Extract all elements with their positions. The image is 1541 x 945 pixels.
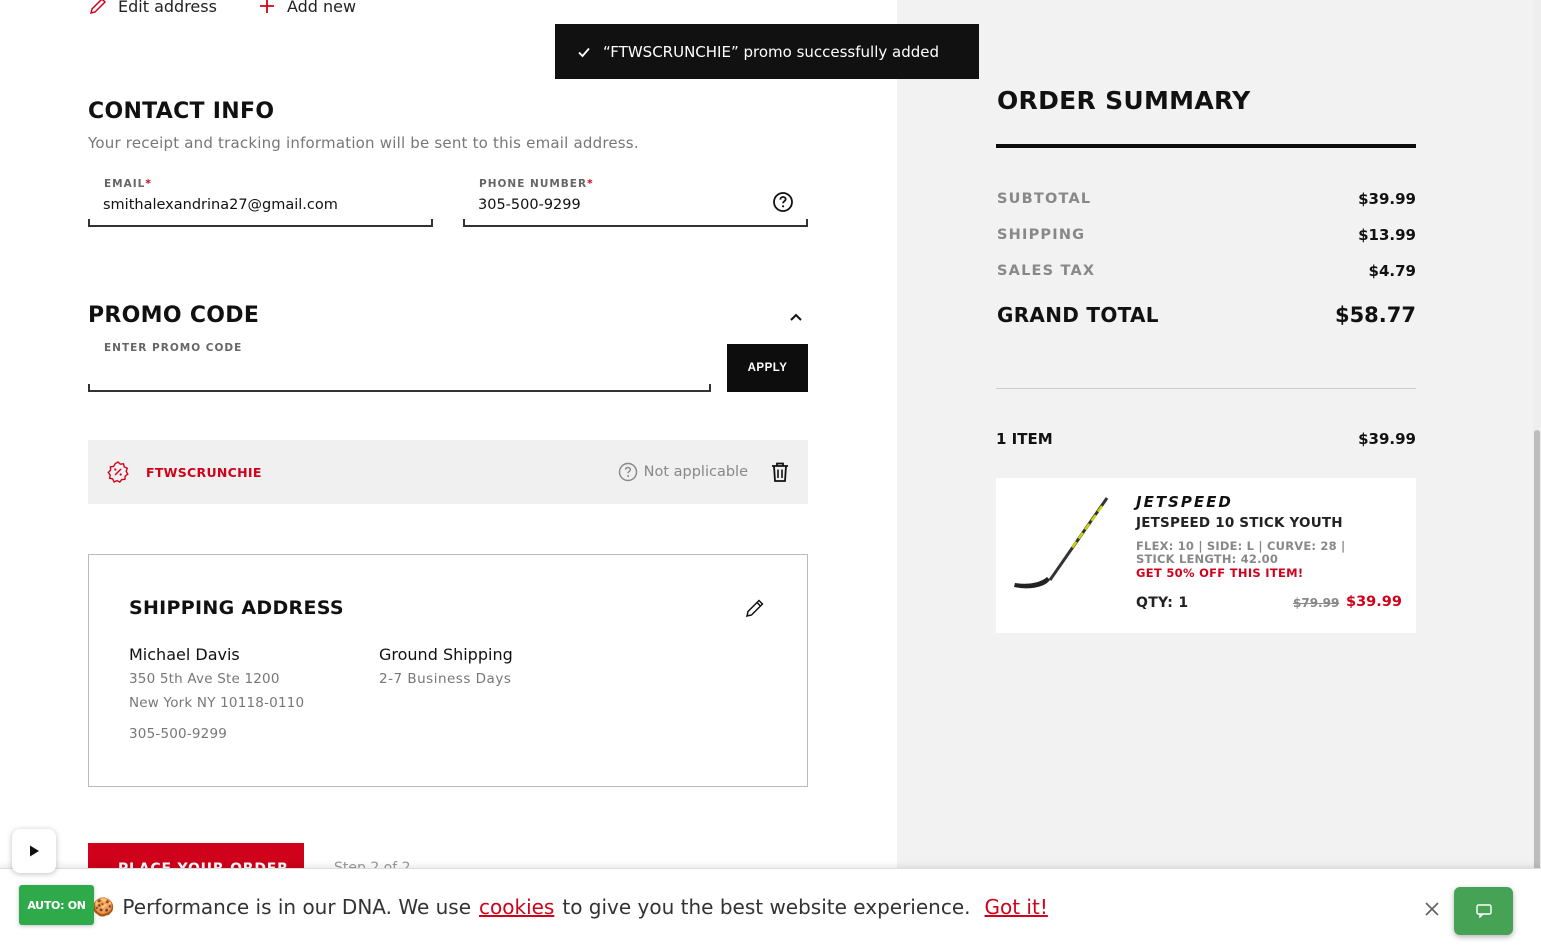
play-icon bbox=[30, 845, 39, 857]
pencil-icon bbox=[89, 0, 107, 15]
order-summary-panel: ORDER SUMMARY SUBTOTAL $39.99 SHIPPING $… bbox=[897, 0, 1541, 945]
phone-number-value[interactable]: 305-500-9299 bbox=[478, 197, 581, 213]
promo-status: Not applicable bbox=[618, 462, 748, 482]
items-total-value: $39.99 bbox=[1358, 430, 1416, 448]
sales-tax-label: SALES TAX bbox=[997, 263, 1096, 279]
chevron-up-icon[interactable] bbox=[788, 309, 804, 325]
email-label: EMAIL* bbox=[104, 178, 152, 190]
subtotal-value: $39.99 bbox=[1358, 190, 1416, 208]
address-actions: Edit address Add new bbox=[88, 0, 356, 16]
recipient-name: Michael Davis bbox=[129, 645, 240, 664]
got-it-button[interactable]: Got it! bbox=[985, 895, 1048, 919]
contact-info-title: CONTACT INFO bbox=[88, 99, 275, 124]
add-new-address-link[interactable]: Add new bbox=[257, 0, 356, 16]
sales-tax-row: SALES TAX $4.79 bbox=[997, 262, 1416, 280]
product-sale-price: $39.99 bbox=[1346, 594, 1402, 610]
shipping-address-title: SHIPPING ADDRESS bbox=[129, 597, 344, 619]
checkout-main-column: Edit address Add new CONTACT INFO Your r… bbox=[0, 0, 897, 945]
edit-address-link[interactable]: Edit address bbox=[88, 0, 217, 16]
scrollbar-thumb[interactable] bbox=[1534, 430, 1540, 870]
address-line-2: New York NY 10118-0110 bbox=[129, 695, 305, 711]
grand-total-value: $58.77 bbox=[1334, 303, 1416, 327]
applied-promo-code: FTWSCRUNCHIE bbox=[146, 464, 262, 480]
cookie-text-after: to give you the best website experience. bbox=[562, 895, 971, 919]
phone-number-label: PHONE NUMBER* bbox=[479, 178, 594, 190]
cart-item-card[interactable]: JETSPEED JETSPEED 10 STICK YOUTH FLEX: 1… bbox=[996, 478, 1416, 633]
auto-on-toggle[interactable]: AUTO: ON bbox=[19, 885, 94, 925]
shipping-method-days: 2-7 Business Days bbox=[379, 671, 512, 687]
cookie-message: 🍪 Performance is in our DNA. We use cook… bbox=[92, 895, 1048, 919]
cookie-emoji-icon: 🍪 bbox=[92, 896, 115, 918]
shipping-label: SHIPPING bbox=[997, 227, 1086, 243]
sales-tax-value: $4.79 bbox=[1368, 262, 1416, 280]
pencil-icon[interactable] bbox=[744, 597, 766, 619]
product-quantity: QTY: 1 bbox=[1136, 595, 1189, 611]
phone-number-field[interactable]: PHONE NUMBER* 305-500-9299 bbox=[463, 178, 808, 227]
promo-code-input-label: ENTER PROMO CODE bbox=[104, 342, 243, 354]
shipping-row: SHIPPING $13.99 bbox=[997, 226, 1416, 244]
subtotal-row: SUBTOTAL $39.99 bbox=[997, 190, 1416, 208]
edit-address-label: Edit address bbox=[118, 0, 217, 16]
question-circle-icon[interactable] bbox=[772, 191, 794, 213]
trash-icon[interactable] bbox=[770, 461, 790, 483]
cookies-link[interactable]: cookies bbox=[479, 895, 554, 919]
check-icon bbox=[578, 47, 590, 57]
cookie-text-before: Performance is in our DNA. We use bbox=[122, 895, 472, 919]
cookie-consent-banner: 🍪 Performance is in our DNA. We use cook… bbox=[0, 868, 1541, 945]
email-field[interactable]: EMAIL* smithalexandrina27@gmail.com bbox=[88, 178, 433, 227]
add-new-label: Add new bbox=[286, 0, 357, 16]
chat-button[interactable] bbox=[1454, 887, 1513, 935]
grand-total-row: GRAND TOTAL $58.77 bbox=[997, 303, 1416, 327]
applied-promo-row: FTWSCRUNCHIE Not applicable bbox=[88, 440, 808, 504]
order-summary-title: ORDER SUMMARY bbox=[997, 86, 1251, 115]
promo-code-input[interactable]: ENTER PROMO CODE bbox=[88, 342, 711, 392]
order-summary-divider bbox=[996, 144, 1416, 148]
discount-badge-icon bbox=[107, 461, 129, 484]
shipping-method-name: Ground Shipping bbox=[379, 645, 513, 664]
contact-info-subtitle: Your receipt and tracking information wi… bbox=[88, 134, 639, 152]
grand-total-label: GRAND TOTAL bbox=[997, 303, 1159, 327]
chat-bubble-icon bbox=[1475, 904, 1492, 918]
subtotal-label: SUBTOTAL bbox=[997, 191, 1092, 207]
items-count-label: 1 ITEM bbox=[996, 430, 1053, 448]
promo-status-text: Not applicable bbox=[643, 464, 748, 480]
summary-divider bbox=[996, 388, 1416, 389]
product-brand: JETSPEED bbox=[1136, 493, 1233, 511]
email-value[interactable]: smithalexandrina27@gmail.com bbox=[103, 197, 338, 213]
address-phone: 305-500-9299 bbox=[129, 726, 228, 742]
product-name[interactable]: JETSPEED 10 STICK YOUTH bbox=[1136, 515, 1343, 531]
promo-success-toast: “FTWSCRUNCHIE” promo successfully added bbox=[555, 24, 979, 79]
apply-promo-button[interactable]: APPLY bbox=[727, 344, 808, 392]
product-attributes: FLEX: 10 | SIDE: L | CURVE: 28 | STICK L… bbox=[1136, 539, 1346, 566]
promo-code-title: PROMO CODE bbox=[88, 303, 260, 328]
close-icon[interactable] bbox=[1422, 899, 1442, 919]
plus-icon bbox=[259, 0, 274, 13]
product-original-price: $79.99 bbox=[1293, 596, 1340, 610]
shipping-value: $13.99 bbox=[1358, 226, 1416, 244]
items-count-row: 1 ITEM $39.99 bbox=[996, 430, 1416, 448]
hockey-stick-image bbox=[1014, 497, 1109, 589]
toast-message: “FTWSCRUNCHIE” promo successfully added bbox=[603, 42, 939, 61]
address-line-1: 350 5th Ave Ste 1200 bbox=[129, 671, 280, 687]
question-circle-icon bbox=[618, 462, 637, 482]
play-video-button[interactable] bbox=[12, 829, 56, 873]
product-promo-text: GET 50% OFF THIS ITEM! bbox=[1136, 566, 1304, 580]
shipping-address-card: SHIPPING ADDRESS Michael Davis 350 5th A… bbox=[88, 554, 808, 787]
